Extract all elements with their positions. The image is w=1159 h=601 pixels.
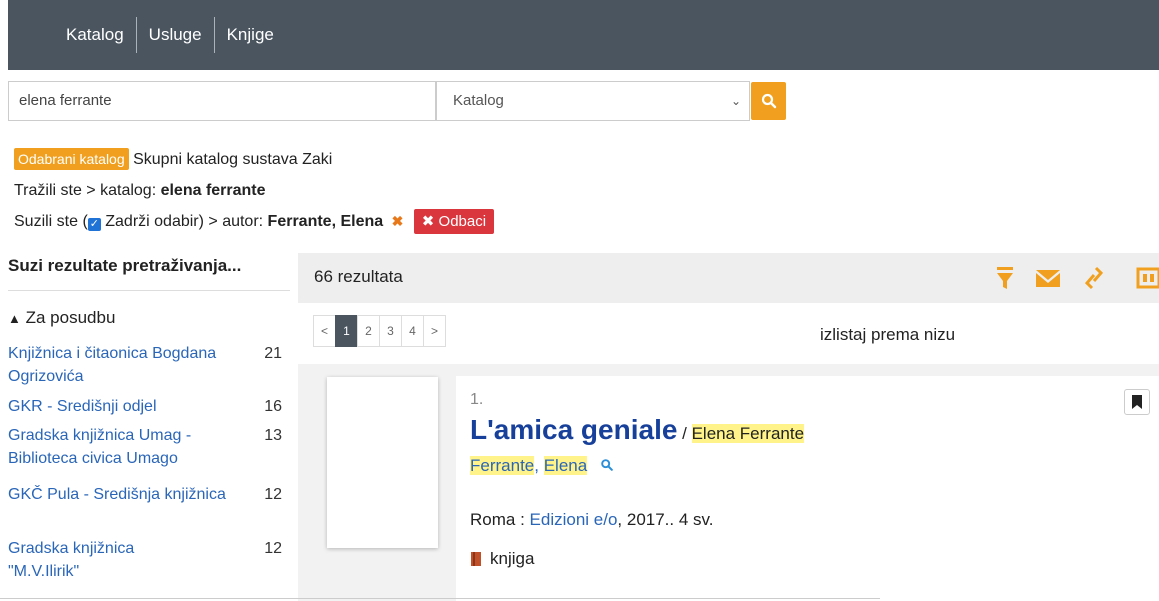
result-card (456, 376, 1159, 601)
discard-label: Odbaci (438, 213, 487, 230)
selected-catalog-name: Skupni katalog sustava Zaki (133, 151, 333, 168)
sidebar-title: Suzi rezultate pretraživanja... (8, 256, 242, 275)
facet-item[interactable]: GKČ Pula - Središnja knjižnica 12 (8, 483, 286, 506)
facet-label: Knjižnica i čitaonica Bogdana Ogrizovića (8, 345, 217, 385)
nav-katalog[interactable]: Katalog (54, 25, 136, 45)
selected-catalog-badge: Odabrani katalog (14, 148, 129, 170)
author-separator: , (534, 456, 544, 475)
email-icon[interactable] (1035, 263, 1061, 293)
material-type: knjiga (470, 549, 534, 569)
searched-line: Tražili ste > katalog: elena ferrante (14, 182, 266, 200)
search-scope-value: Katalog (453, 92, 504, 109)
bottom-divider (0, 598, 880, 599)
facet-item[interactable]: Gradska knjižnica "M.V.Ilirik" 12 (8, 537, 286, 583)
sidebar-section-toggle[interactable]: ▲ Za posudbu (8, 308, 115, 328)
statement-author-link[interactable]: Elena Ferrante (691, 424, 805, 443)
pagination: < 1 2 3 4 > (313, 315, 446, 347)
keep-selection-label: Zadrži odabir (105, 213, 199, 230)
selected-catalog-line: Odabrani katalog Skupni katalog sustava … (14, 148, 333, 170)
result-title-link[interactable]: L'amica geniale (470, 414, 677, 445)
remove-filter-icon[interactable]: ✖ (392, 213, 404, 229)
nav-knjige[interactable]: Knjige (215, 25, 286, 45)
facet-label: GKČ Pula - Središnja knjižnica (8, 486, 226, 503)
narrowed-prefix: Suzili ste ( (14, 213, 88, 230)
sidebar-divider (8, 290, 290, 291)
publication-line: Roma : Edizioni e/o, 2017.. 4 sv. (470, 510, 714, 530)
pager-page-3[interactable]: 3 (379, 315, 402, 347)
chevron-down-icon: ⌄ (730, 94, 741, 108)
pager-prev[interactable]: < (313, 315, 336, 347)
nav-usluge[interactable]: Usluge (137, 25, 214, 45)
facet-item[interactable]: Gradska knjižnica Umag - Biblioteca civi… (8, 424, 286, 470)
author-given-link[interactable]: Elena (543, 456, 588, 475)
searched-prefix: Tražili ste > katalog: (14, 182, 161, 199)
facet-count: 13 (264, 427, 282, 444)
facet-label: Gradska knjižnica "M.V.Ilirik" (8, 540, 135, 580)
search-input[interactable]: elena ferrante (8, 81, 436, 121)
citation-icon[interactable] (1136, 263, 1159, 293)
pub-place: Roma : (470, 510, 530, 529)
facet-label: Gradska knjižnica Umag - Biblioteca civi… (8, 427, 192, 467)
results-header: 66 rezultata (298, 253, 1159, 303)
facet-item[interactable]: Knjižnica i čitaonica Bogdana Ogrizovića… (8, 342, 286, 388)
link-icon[interactable] (1083, 263, 1105, 293)
material-type-label: knjiga (490, 549, 535, 568)
result-number: 1. (470, 391, 484, 408)
pager-next[interactable]: > (423, 315, 446, 347)
book-icon (471, 552, 481, 566)
search-button[interactable] (751, 82, 786, 120)
narrowed-suffix: ) > autor: (198, 213, 268, 230)
narrowed-author: Ferrante, Elena (267, 213, 384, 230)
publisher-link[interactable]: Edizioni e/o (530, 510, 618, 529)
facet-count: 12 (264, 486, 282, 503)
search-scope-select[interactable]: Katalog ⌄ (436, 81, 750, 121)
facet-label: GKR - Središnji odjel (8, 398, 157, 415)
searched-term: elena ferrante (160, 182, 266, 199)
main-nav: Katalog Usluge Knjige (54, 0, 286, 70)
keep-selection-checkbox[interactable]: ✓ (87, 218, 101, 231)
title-separator: / (677, 424, 692, 443)
author-surname-link[interactable]: Ferrante (470, 456, 535, 475)
results-count: 66 rezultata (314, 267, 403, 286)
search-icon (761, 93, 776, 109)
facet-count: 12 (264, 540, 282, 557)
caret-up-icon: ▲ (8, 311, 21, 326)
sort-label[interactable]: izlistaj prema nizu (820, 325, 955, 345)
discard-button[interactable]: ✖ Odbaci (413, 209, 495, 234)
result-title-line: L'amica geniale / Elena Ferrante (470, 414, 805, 446)
facet-count: 21 (264, 345, 282, 362)
facet-count: 16 (264, 398, 282, 415)
book-cover-image[interactable] (327, 377, 438, 548)
narrowed-line: Suzili ste (✓ Zadrži odabir) > autor: Fe… (14, 209, 495, 234)
bookmark-icon (1132, 395, 1142, 409)
search-author-icon[interactable] (600, 458, 614, 472)
pager-page-2[interactable]: 2 (357, 315, 380, 347)
pager-page-4[interactable]: 4 (401, 315, 424, 347)
top-navbar: Katalog Usluge Knjige (8, 0, 1159, 70)
sidebar-section-label: Za posudbu (25, 308, 116, 327)
bookmark-button[interactable] (1124, 389, 1150, 415)
facet-item[interactable]: GKR - Središnji odjel 16 (8, 395, 286, 418)
filter-icon[interactable] (995, 263, 1015, 293)
pub-rest: , 2017.. 4 sv. (617, 510, 714, 529)
result-author-line: Ferrante, Elena (470, 456, 614, 476)
pager-page-1[interactable]: 1 (335, 315, 358, 347)
